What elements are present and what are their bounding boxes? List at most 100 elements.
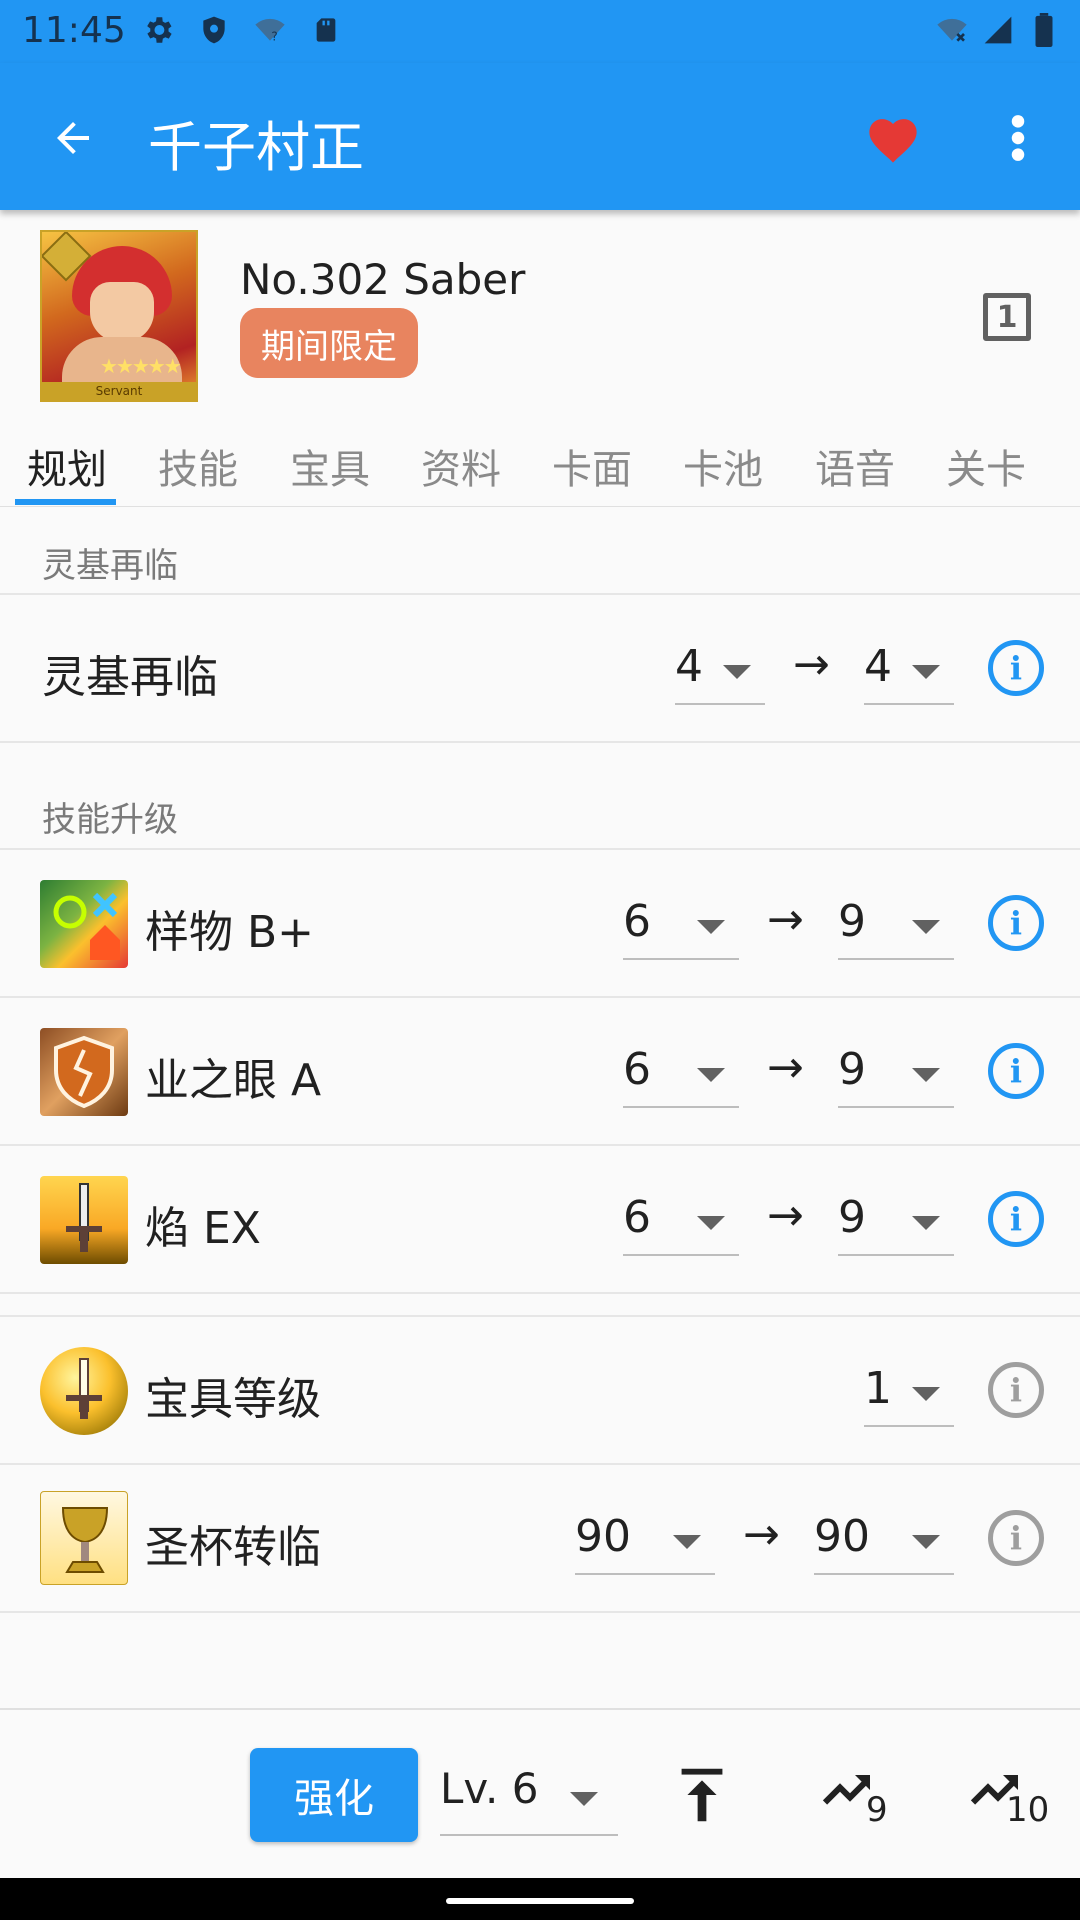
vertical-align-top-button[interactable] xyxy=(667,1760,737,1830)
limited-badge: 期间限定 xyxy=(240,308,418,378)
shield-icon xyxy=(196,12,232,48)
arrow-back-icon xyxy=(57,122,89,154)
info-icon[interactable]: i xyxy=(988,1043,1044,1099)
dropdown-caret-icon xyxy=(912,1387,940,1401)
tab-noble-phantasm[interactable]: 宝具 xyxy=(290,437,370,495)
vertical-align-top-icon xyxy=(681,1768,723,1822)
servant-header: ★★★★★ Servant No.302 Saber 期间限定 1 xyxy=(0,210,1080,415)
ascension-section-title: 灵基再临 xyxy=(42,546,178,586)
max-10-button[interactable]: 10 xyxy=(968,1760,1049,1830)
skill-1-icon xyxy=(40,880,128,968)
back-button[interactable] xyxy=(40,105,106,171)
info-icon[interactable]: i xyxy=(988,640,1044,696)
divider xyxy=(0,1611,1080,1613)
noble-phantasm-icon xyxy=(40,1347,128,1435)
dropdown-caret-icon xyxy=(697,1216,725,1230)
bottom-toolbar: 强化 Lv. 6 9 10 xyxy=(0,1708,1080,1878)
level-dropdown[interactable]: Lv. 6 xyxy=(440,1750,618,1836)
page-title: 千子村正 xyxy=(148,116,364,179)
servant-number: No.302 Saber xyxy=(240,255,526,304)
skill-3-icon xyxy=(40,1176,128,1264)
wifi-question-icon: ? xyxy=(252,12,288,48)
tab-card-art[interactable]: 卡面 xyxy=(552,437,632,495)
ascension-label: 灵基再临 xyxy=(42,652,218,703)
wifi-off-icon xyxy=(934,12,970,48)
favorite-button[interactable] xyxy=(860,105,926,171)
arrow-separator: → xyxy=(793,639,830,690)
skill-3-to-dropdown[interactable]: 9 xyxy=(838,1184,954,1256)
tab-skills[interactable]: 技能 xyxy=(158,437,238,495)
heart-icon xyxy=(869,119,917,163)
skill-1-name: 样物 B+ xyxy=(145,907,315,958)
skill-2-to-dropdown[interactable]: 9 xyxy=(838,1036,954,1108)
info-icon[interactable]: i xyxy=(988,1191,1044,1247)
ascension-to-dropdown[interactable]: 4 xyxy=(864,633,954,705)
dropdown-caret-icon xyxy=(697,1068,725,1082)
arrow-separator: → xyxy=(767,1042,804,1093)
signal-icon xyxy=(980,12,1016,48)
dropdown-caret-icon xyxy=(912,665,940,679)
arrow-separator: → xyxy=(767,1190,804,1241)
max-9-label: 9 xyxy=(866,1790,888,1830)
looks-one-icon[interactable]: 1 xyxy=(983,293,1031,341)
tab-plan[interactable]: 规划 xyxy=(27,437,107,495)
svg-text:?: ? xyxy=(271,30,277,44)
noble-phantasm-row: 宝具等级 1 i xyxy=(0,1317,1080,1463)
skill-1-to-dropdown[interactable]: 9 xyxy=(838,888,954,960)
info-icon[interactable]: i xyxy=(988,895,1044,951)
more-options-button[interactable] xyxy=(985,105,1051,171)
max-9-button[interactable]: 9 xyxy=(820,1760,890,1830)
tab-summon[interactable]: 卡池 xyxy=(683,437,763,495)
home-handle[interactable] xyxy=(446,1898,634,1904)
ascension-row: 灵基再临 4 → 4 i xyxy=(0,595,1080,741)
avatar-label: Servant xyxy=(42,382,196,400)
skill-2-icon xyxy=(40,1028,128,1116)
tab-bar: 规划 技能 宝具 资料 卡面 卡池 语音 关卡 xyxy=(0,415,1080,507)
battery-icon xyxy=(1026,12,1062,48)
rarity-stars: ★★★★★ xyxy=(100,354,182,378)
dropdown-caret-icon xyxy=(912,920,940,934)
enhance-button[interactable]: 强化 xyxy=(250,1748,418,1842)
more-vert-icon xyxy=(1011,115,1025,161)
sd-card-icon xyxy=(308,12,344,48)
info-icon[interactable]: i xyxy=(988,1510,1044,1566)
dropdown-caret-icon xyxy=(673,1535,701,1549)
skill-2-from-dropdown[interactable]: 6 xyxy=(623,1036,739,1108)
status-time: 11:45 xyxy=(22,10,126,51)
grail-label: 圣杯转临 xyxy=(145,1522,321,1573)
skill-3-from-dropdown[interactable]: 6 xyxy=(623,1184,739,1256)
divider xyxy=(0,741,1080,743)
tab-indicator xyxy=(15,499,116,505)
skill-2-name: 业之眼 A xyxy=(145,1055,322,1106)
skill-row: 业之眼 A 6 → 9 i xyxy=(0,998,1080,1144)
info-icon[interactable]: i xyxy=(988,1362,1044,1418)
dropdown-caret-icon xyxy=(912,1068,940,1082)
skill-3-name: 焰 EX xyxy=(145,1203,261,1254)
grail-from-dropdown[interactable]: 90 xyxy=(575,1503,715,1575)
skills-section-title: 技能升级 xyxy=(42,800,178,840)
settings-icon xyxy=(140,12,176,48)
dropdown-caret-icon xyxy=(570,1792,598,1806)
grail-row: 圣杯转临 90 → 90 i xyxy=(0,1465,1080,1611)
arrow-separator: → xyxy=(767,894,804,945)
holy-grail-icon xyxy=(40,1491,128,1585)
skill-row: 焰 EX 6 → 9 i xyxy=(0,1146,1080,1292)
dropdown-caret-icon xyxy=(723,665,751,679)
tab-voice[interactable]: 语音 xyxy=(815,437,895,495)
servant-avatar[interactable]: ★★★★★ Servant xyxy=(40,230,198,402)
tab-quests[interactable]: 关卡 xyxy=(946,437,1026,495)
dropdown-caret-icon xyxy=(697,920,725,934)
max-10-label: 10 xyxy=(1006,1790,1050,1830)
tab-profile[interactable]: 资料 xyxy=(421,437,501,495)
divider xyxy=(0,1292,1080,1294)
app-bar: 千子村正 xyxy=(0,63,1080,210)
system-nav-bar xyxy=(0,1878,1080,1920)
dropdown-caret-icon xyxy=(912,1535,940,1549)
skill-row: 样物 B+ 6 → 9 i xyxy=(0,850,1080,996)
status-bar: 11:45 ? xyxy=(0,0,1080,63)
arrow-separator: → xyxy=(743,1509,780,1560)
noble-phantasm-dropdown[interactable]: 1 xyxy=(864,1355,954,1427)
ascension-from-dropdown[interactable]: 4 xyxy=(675,633,765,705)
skill-1-from-dropdown[interactable]: 6 xyxy=(623,888,739,960)
grail-to-dropdown[interactable]: 90 xyxy=(814,1503,954,1575)
